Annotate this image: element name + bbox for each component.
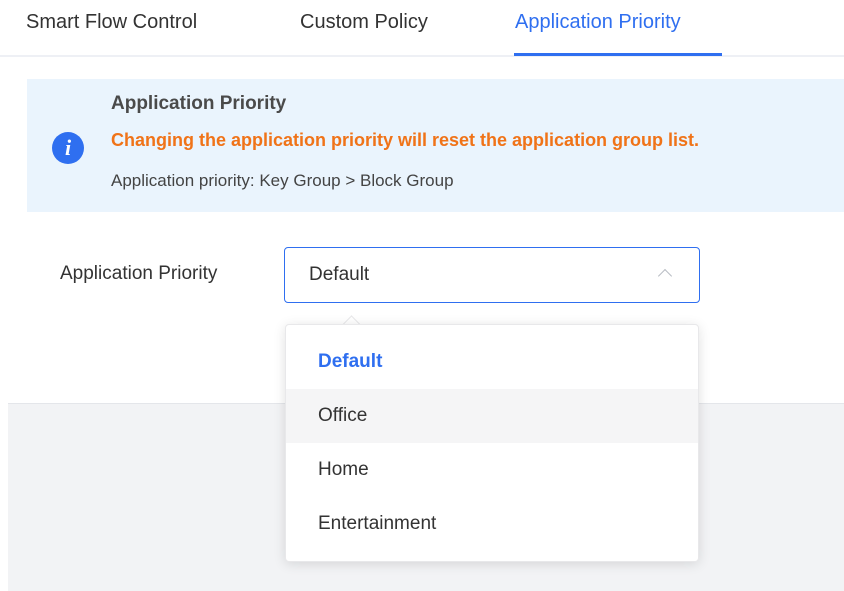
chevron-up-icon (657, 268, 673, 284)
tab-application-priority[interactable]: Application Priority (515, 11, 681, 34)
notice-title: Application Priority (111, 93, 287, 114)
application-priority-select[interactable]: Default (284, 247, 700, 303)
notice-warning: Changing the application priority will r… (111, 130, 700, 150)
tab-custom-policy[interactable]: Custom Policy (300, 11, 428, 34)
option-office[interactable]: Office (286, 389, 698, 443)
info-icon: i (52, 132, 84, 164)
tab-smart-flow-control[interactable]: Smart Flow Control (26, 11, 197, 34)
notice-description: Application priority: Key Group > Block … (111, 171, 454, 190)
info-notice: i Application Priority Changing the appl… (27, 79, 844, 212)
tab-bar: Smart Flow Control Custom Policy Applica… (0, 0, 844, 57)
active-tab-indicator (514, 53, 722, 56)
select-value: Default (309, 264, 370, 285)
option-entertainment[interactable]: Entertainment (286, 497, 698, 551)
priority-dropdown-menu: Default Office Home Entertainment (285, 324, 699, 562)
application-priority-label: Application Priority (60, 263, 218, 284)
option-home[interactable]: Home (286, 443, 698, 497)
page: Smart Flow Control Custom Policy Applica… (0, 0, 844, 591)
option-default[interactable]: Default (286, 335, 698, 389)
